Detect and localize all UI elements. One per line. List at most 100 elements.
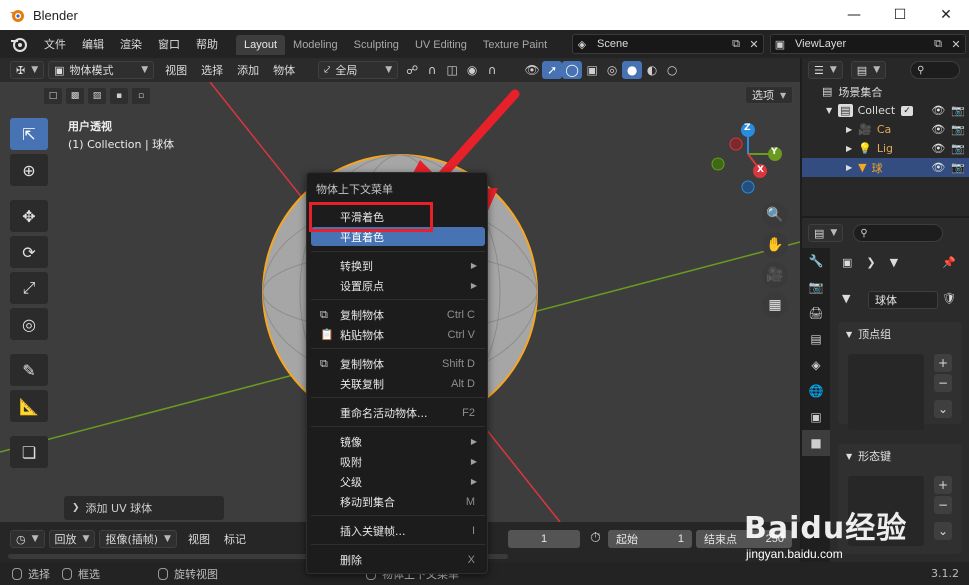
playback-dropdown[interactable]: 回放 ▼ bbox=[48, 530, 96, 548]
render-tab-icon[interactable]: 📷 bbox=[802, 274, 830, 300]
snap-target-icon[interactable]: ◫ bbox=[442, 61, 462, 79]
timeline-view-menu[interactable]: 视图 bbox=[181, 531, 217, 547]
gizmo-neg-y-handle[interactable] bbox=[711, 157, 725, 171]
material-shading-icon[interactable]: ◐ bbox=[642, 61, 662, 79]
menu-object[interactable]: 物体 bbox=[266, 62, 302, 78]
overlay-toggle-icon[interactable]: ◯ bbox=[562, 61, 583, 79]
mesh-data-dropdown-icon[interactable]: ▼ bbox=[842, 292, 850, 305]
menu-item-insert-keyframe[interactable]: 插入关键帧... I bbox=[311, 521, 485, 540]
current-frame-field[interactable]: 1 bbox=[508, 530, 580, 548]
eye-icon[interactable]: 👁 bbox=[931, 123, 945, 136]
menu-item-duplicate-linked[interactable]: 关联复制 Alt D bbox=[311, 374, 485, 393]
fake-user-shield-icon[interactable]: 🛡 bbox=[942, 292, 956, 305]
select-extend-icon[interactable]: ▩ bbox=[66, 88, 84, 104]
menu-window[interactable]: 窗口 bbox=[150, 36, 188, 52]
remove-shape-key-icon[interactable]: − bbox=[934, 496, 952, 514]
add-shape-key-icon[interactable]: + bbox=[934, 476, 952, 494]
outliner-row-collection[interactable]: ▼ ▤ Collect ✓ 👁 📷 bbox=[802, 101, 969, 120]
maximize-button[interactable]: ☐ bbox=[877, 0, 923, 30]
menu-item-snap[interactable]: 吸附 ▶ bbox=[311, 452, 485, 471]
menu-item-set-origin[interactable]: 设置原点 ▶ bbox=[311, 276, 485, 295]
menu-item-paste-objects[interactable]: 📋 粘贴物体 Ctrl V bbox=[311, 325, 485, 344]
tab-uv-editing[interactable]: UV Editing bbox=[407, 35, 475, 55]
new-viewlayer-icon[interactable]: ⧉ bbox=[929, 35, 947, 53]
delete-scene-icon[interactable]: ✕ bbox=[745, 35, 763, 53]
annotate-tool-icon[interactable]: ✎ bbox=[10, 354, 48, 386]
falloff-icon[interactable]: ∩ bbox=[482, 61, 502, 79]
render-camera-icon[interactable]: 📷 bbox=[951, 161, 965, 174]
object-tab-icon[interactable]: ■ bbox=[802, 430, 830, 456]
select-box-tool-icon[interactable]: ⇱ bbox=[10, 118, 48, 150]
perspective-grid-icon[interactable]: ▦ bbox=[762, 292, 788, 318]
transform-tool-icon[interactable]: ◎ bbox=[10, 308, 48, 340]
blender-logo-icon[interactable] bbox=[10, 35, 28, 53]
mesh-name-field[interactable]: 球体 bbox=[868, 291, 938, 309]
timeline-marker-menu[interactable]: 标记 bbox=[217, 531, 253, 547]
gizmo-neg-x-handle[interactable] bbox=[729, 137, 743, 151]
properties-search[interactable]: ⚲ bbox=[853, 224, 944, 242]
output-tab-icon[interactable]: 🖨 bbox=[802, 300, 830, 326]
tab-layout[interactable]: Layout bbox=[236, 35, 286, 55]
camera-view-icon[interactable]: 🎥 bbox=[762, 262, 788, 288]
last-operator-panel[interactable]: ❯ 添加 UV 球体 bbox=[64, 496, 224, 520]
vertex-groups-header[interactable]: ▼ 顶点组 bbox=[838, 322, 962, 346]
scale-tool-icon[interactable]: ⤢ bbox=[10, 272, 48, 304]
close-button[interactable]: ✕ bbox=[923, 0, 969, 30]
outliner-row-sphere[interactable]: ▶ ▼ 球 👁 📷 bbox=[802, 158, 969, 177]
pin-icon[interactable]: 📌 bbox=[942, 256, 956, 269]
solid-shading-icon[interactable]: ● bbox=[622, 61, 643, 79]
scene-name-field[interactable]: Scene bbox=[591, 38, 727, 50]
viewlayer-name-field[interactable]: ViewLayer bbox=[789, 38, 929, 50]
menu-view[interactable]: 视图 bbox=[158, 62, 194, 78]
rotate-tool-icon[interactable]: ⟳ bbox=[10, 236, 48, 268]
delete-viewlayer-icon[interactable]: ✕ bbox=[947, 35, 965, 53]
menu-render[interactable]: 渲染 bbox=[112, 36, 150, 52]
eye-icon[interactable]: 👁 bbox=[931, 104, 945, 117]
timeline-editor-type[interactable]: ◷ ▼ bbox=[10, 530, 45, 548]
pan-hand-icon[interactable]: ✋ bbox=[762, 232, 788, 258]
menu-item-duplicate-objects[interactable]: ⧉ 复制物体 Shift D bbox=[311, 354, 485, 373]
proportional-edit-icon[interactable]: ◉ bbox=[462, 61, 482, 79]
editor-type-dropdown[interactable]: ✠ ▼ bbox=[10, 61, 45, 79]
transform-orientation-dropdown[interactable]: ⤦ 全局 ▼ bbox=[318, 61, 399, 79]
gizmo-toggle-icon[interactable]: ➚ bbox=[542, 61, 563, 79]
zoom-icon[interactable]: 🔍 bbox=[762, 202, 788, 228]
eye-icon[interactable]: 👁 bbox=[931, 142, 945, 155]
render-camera-icon[interactable]: 📷 bbox=[951, 123, 965, 136]
new-scene-icon[interactable]: ⧉ bbox=[727, 35, 745, 53]
cursor-tool-icon[interactable]: ⊕ bbox=[10, 154, 48, 186]
vertex-groups-list[interactable] bbox=[848, 354, 924, 430]
menu-add[interactable]: 添加 bbox=[230, 62, 266, 78]
menu-file[interactable]: 文件 bbox=[36, 36, 74, 52]
outliner-row-light[interactable]: ▶ 💡 Lig 👁 📷 bbox=[802, 139, 969, 158]
tab-texture-paint[interactable]: Texture Paint bbox=[475, 35, 555, 55]
minimize-button[interactable]: — bbox=[831, 0, 877, 30]
world-tab-icon[interactable]: 🌐 bbox=[802, 378, 830, 404]
menu-item-copy-objects[interactable]: ⧉ 复制物体 Ctrl C bbox=[311, 305, 485, 324]
eye-icon[interactable]: 👁 bbox=[931, 161, 945, 174]
menu-select[interactable]: 选择 bbox=[194, 62, 230, 78]
display-mode-dropdown[interactable]: ▤ ▼ bbox=[850, 61, 887, 79]
render-camera-icon[interactable]: 📷 bbox=[951, 104, 965, 117]
outliner-row-scene-collection[interactable]: ▤ 场景集合 bbox=[802, 82, 969, 101]
select-subtract-icon[interactable]: ▨ bbox=[88, 88, 106, 104]
pivot-point-icon[interactable]: ☍ bbox=[402, 61, 422, 79]
menu-edit[interactable]: 编辑 bbox=[74, 36, 112, 52]
view-layer-tab-icon[interactable]: ▤ bbox=[802, 326, 830, 352]
snap-toggle-icon[interactable]: ∩ bbox=[422, 61, 442, 79]
options-dropdown[interactable]: 选项 ▼ bbox=[745, 86, 794, 104]
menu-help[interactable]: 帮助 bbox=[188, 36, 226, 52]
menu-item-parent[interactable]: 父级 ▶ bbox=[311, 472, 485, 491]
viewlayer-selector[interactable]: ▣ ViewLayer ⧉ ✕ bbox=[770, 34, 966, 54]
move-tool-icon[interactable]: ✥ bbox=[10, 200, 48, 232]
collection-tab-icon[interactable]: ▣ bbox=[802, 404, 830, 430]
render-camera-icon[interactable]: 📷 bbox=[951, 142, 965, 155]
menu-item-delete[interactable]: 删除 X bbox=[311, 550, 485, 569]
wireframe-shading-icon[interactable]: ◎ bbox=[602, 61, 622, 79]
shape-key-specials-icon[interactable]: ⌄ bbox=[934, 522, 952, 540]
menu-item-convert-to[interactable]: 转换到 ▶ bbox=[311, 256, 485, 275]
menu-item-move-to-collection[interactable]: 移动到集合 M bbox=[311, 492, 485, 511]
add-vertex-group-icon[interactable]: + bbox=[934, 354, 952, 372]
outliner-row-camera[interactable]: ▶ 🎥 Ca 👁 📷 bbox=[802, 120, 969, 139]
vertex-group-specials-icon[interactable]: ⌄ bbox=[934, 400, 952, 418]
